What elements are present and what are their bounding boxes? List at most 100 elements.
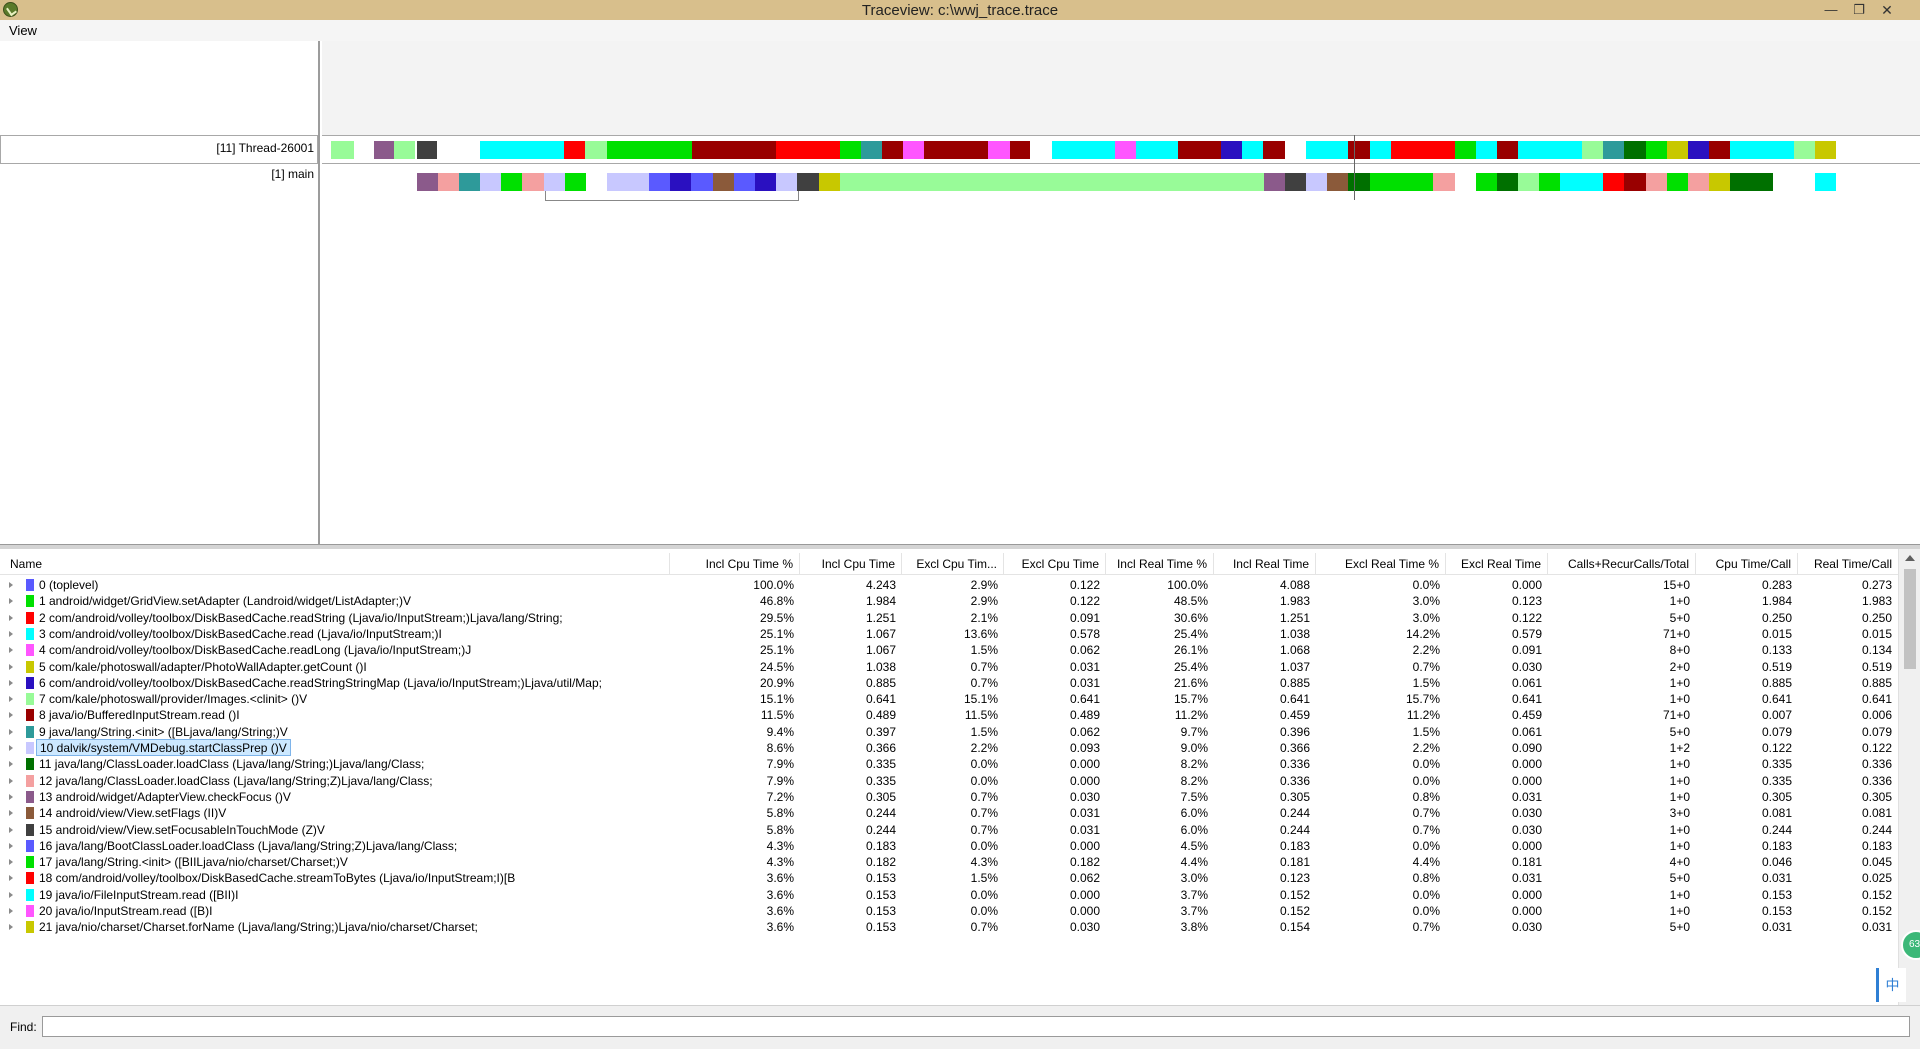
main-method-block[interactable] xyxy=(480,173,501,191)
thread-26001-method-block[interactable] xyxy=(394,141,415,159)
thread-26001-method-block[interactable] xyxy=(585,141,607,159)
main-method-block[interactable] xyxy=(1815,173,1836,191)
main-method-block[interactable] xyxy=(1327,173,1348,191)
expand-arrow-icon[interactable] xyxy=(9,793,13,800)
thread-26001-method-block[interactable] xyxy=(1582,141,1603,159)
main-method-block[interactable] xyxy=(565,173,586,191)
table-row[interactable]: 21 java/nio/charset/Charset.forName (Lja… xyxy=(0,917,1898,937)
main-method-block[interactable] xyxy=(1646,173,1667,191)
ime-indicator[interactable]: 中 xyxy=(1876,968,1906,1002)
expand-arrow-icon[interactable] xyxy=(9,924,13,931)
timescale-area[interactable] xyxy=(322,41,1920,135)
thread-26001-method-block[interactable] xyxy=(564,141,585,159)
main-method-block[interactable] xyxy=(1285,173,1306,191)
main-method-block[interactable] xyxy=(438,173,459,191)
main-method-block[interactable] xyxy=(1539,173,1560,191)
expand-arrow-icon[interactable] xyxy=(9,630,13,637)
thread-26001-method-block[interactable] xyxy=(924,141,988,159)
main-method-block[interactable] xyxy=(1476,173,1497,191)
thread-26001-method-block[interactable] xyxy=(776,141,840,159)
close-icon[interactable]: ✕ xyxy=(1874,1,1900,19)
expand-arrow-icon[interactable] xyxy=(9,614,13,621)
header-incl-real[interactable]: Incl Real Time xyxy=(1214,553,1316,575)
thread-26001-method-block[interactable] xyxy=(1178,141,1221,159)
main-method-block[interactable] xyxy=(1518,173,1539,191)
expand-arrow-icon[interactable] xyxy=(9,598,13,605)
thread-26001-method-block[interactable] xyxy=(1667,141,1688,159)
main-method-block[interactable] xyxy=(1603,173,1624,191)
header-calls[interactable]: Calls+RecurCalls/Total xyxy=(1548,553,1696,575)
main-method-block[interactable] xyxy=(713,173,734,191)
main-method-block[interactable] xyxy=(670,173,691,191)
header-cpu-per-call[interactable]: Cpu Time/Call xyxy=(1696,553,1798,575)
expand-arrow-icon[interactable] xyxy=(9,810,13,817)
thread-26001-method-block[interactable] xyxy=(1455,141,1476,159)
time-cursor[interactable] xyxy=(1354,135,1355,200)
main-method-block[interactable] xyxy=(1348,173,1370,191)
main-method-block[interactable] xyxy=(1264,173,1285,191)
thread-26001-method-block[interactable] xyxy=(1115,141,1136,159)
main-method-block[interactable] xyxy=(1497,173,1518,191)
thread-26001-method-block[interactable] xyxy=(1646,141,1667,159)
thread-26001-method-block[interactable] xyxy=(374,141,394,159)
thread-26001-method-block[interactable] xyxy=(1052,141,1115,159)
thread-26001-method-block[interactable] xyxy=(1348,141,1370,159)
header-excl-cpu-pct[interactable]: Excl Cpu Tim... xyxy=(902,553,1004,575)
main-method-block[interactable] xyxy=(1624,173,1646,191)
expand-arrow-icon[interactable] xyxy=(9,777,13,784)
main-method-block[interactable] xyxy=(1709,173,1730,191)
thread-26001-method-block[interactable] xyxy=(1370,141,1391,159)
scroll-up-icon[interactable] xyxy=(1905,555,1915,561)
restore-icon[interactable]: ❐ xyxy=(1846,1,1872,19)
thread-26001-method-block[interactable] xyxy=(1603,141,1624,159)
expand-arrow-icon[interactable] xyxy=(9,826,13,833)
main-method-block[interactable] xyxy=(459,173,480,191)
main-method-block[interactable] xyxy=(649,173,670,191)
thread-26001-method-block[interactable] xyxy=(1730,141,1794,159)
main-method-block[interactable] xyxy=(1560,173,1603,191)
menu-view[interactable]: View xyxy=(2,21,44,42)
thread-label-thread-26001[interactable]: [11] Thread-26001 xyxy=(216,141,314,155)
thread-26001-method-block[interactable] xyxy=(1497,141,1518,159)
main-method-block[interactable] xyxy=(734,173,755,191)
thread-26001-method-block[interactable] xyxy=(1221,141,1242,159)
expand-arrow-icon[interactable] xyxy=(9,663,13,670)
thread-26001-method-block[interactable] xyxy=(1815,141,1836,159)
main-method-block[interactable] xyxy=(607,173,649,191)
minimize-icon[interactable]: — xyxy=(1818,1,1844,19)
main-method-block[interactable] xyxy=(755,173,776,191)
expand-arrow-icon[interactable] xyxy=(9,647,13,654)
main-method-block[interactable] xyxy=(417,173,438,191)
expand-arrow-icon[interactable] xyxy=(9,712,13,719)
expand-arrow-icon[interactable] xyxy=(9,696,13,703)
header-excl-real[interactable]: Excl Real Time xyxy=(1446,553,1548,575)
expand-arrow-icon[interactable] xyxy=(9,908,13,914)
header-real-per-call[interactable]: Real Time/Call xyxy=(1798,553,1898,575)
expand-arrow-icon[interactable] xyxy=(9,891,13,898)
thread-26001-method-block[interactable] xyxy=(1010,141,1030,159)
thread-26001-method-block[interactable] xyxy=(988,141,1010,159)
thread-26001-method-block[interactable] xyxy=(331,141,354,159)
main-method-block[interactable] xyxy=(797,173,819,191)
thread-26001-method-block[interactable] xyxy=(1391,141,1455,159)
main-method-block[interactable] xyxy=(691,173,713,191)
expand-arrow-icon[interactable] xyxy=(9,745,13,751)
thread-26001-method-block[interactable] xyxy=(1518,141,1582,159)
main-method-block[interactable] xyxy=(1730,173,1773,191)
thread-26001-method-block[interactable] xyxy=(861,141,882,159)
find-input[interactable] xyxy=(42,1016,1910,1037)
thread-26001-method-block[interactable] xyxy=(1263,141,1285,159)
main-method-block[interactable] xyxy=(819,173,840,191)
thread-26001-method-block[interactable] xyxy=(1688,141,1709,159)
expand-arrow-icon[interactable] xyxy=(9,859,13,866)
main-method-block[interactable] xyxy=(1688,173,1709,191)
expand-arrow-icon[interactable] xyxy=(9,761,13,768)
thread-26001-method-block[interactable] xyxy=(1476,141,1497,159)
main-method-block[interactable] xyxy=(776,173,797,191)
thread-26001-method-block[interactable] xyxy=(1242,141,1263,159)
expand-arrow-icon[interactable] xyxy=(9,875,13,882)
thread-label-main[interactable]: [1] main xyxy=(271,167,314,181)
thread-26001-method-block[interactable] xyxy=(480,141,564,159)
main-method-block[interactable] xyxy=(501,173,522,191)
thread-26001-method-block[interactable] xyxy=(692,141,776,159)
